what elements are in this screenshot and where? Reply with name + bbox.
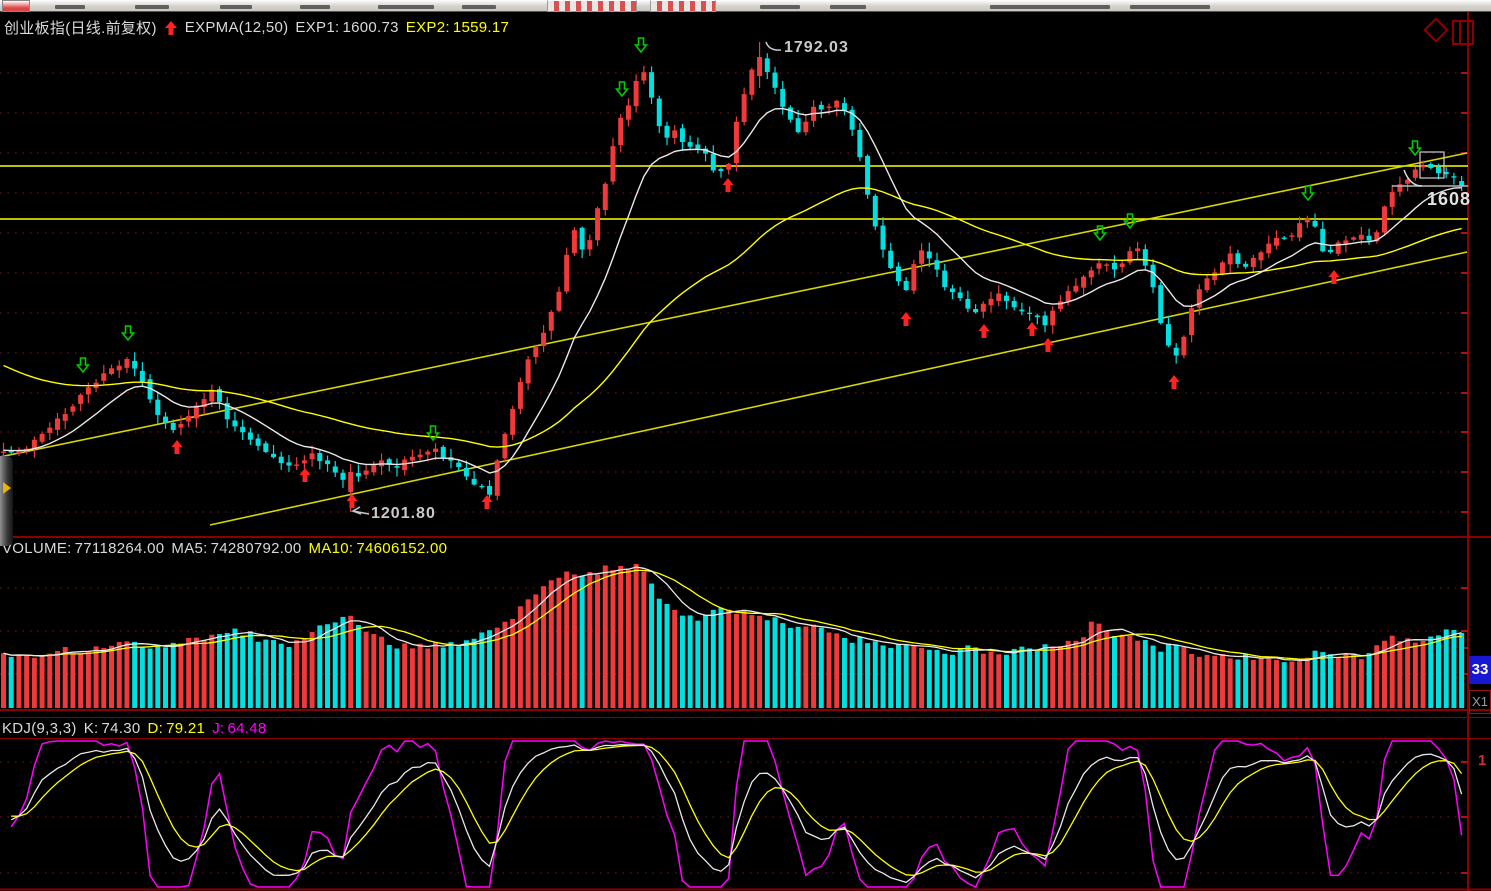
up-arrow-icon xyxy=(164,20,178,36)
candles-layer xyxy=(1,42,1464,512)
j-label: J: xyxy=(212,720,224,737)
exp2-value: 1559.17 xyxy=(453,19,509,36)
main-chart-header: 创业板指(日线.前复权) EXPMA(12,50) EXP1:1600.73 E… xyxy=(4,17,509,38)
j-readout: J:64.48 xyxy=(212,720,266,737)
last-price-label: 1608 xyxy=(1427,189,1471,210)
buy-arrow-icon xyxy=(1043,338,1054,352)
buy-arrow-icon xyxy=(901,312,912,326)
volume-readout: VOLUME:77118264.00 xyxy=(2,540,164,557)
sell-arrow-icon xyxy=(1125,214,1136,228)
window-split-icon[interactable] xyxy=(1452,20,1474,45)
sell-arrow-icon xyxy=(636,38,647,52)
trading-app-window: 创业板指(日线.前复权) EXPMA(12,50) EXP1:1600.73 E… xyxy=(0,0,1491,891)
volume-header: VOLUME:77118264.00 MA5:74280792.00 MA10:… xyxy=(2,540,447,557)
sell-arrow-icon xyxy=(428,426,439,440)
sell-arrow-icon xyxy=(617,82,628,96)
buy-arrow-icon xyxy=(1027,322,1038,336)
indicator-label[interactable]: EXPMA(12,50) xyxy=(185,19,289,36)
panel-expander[interactable] xyxy=(0,456,13,546)
expand-arrow-icon xyxy=(3,482,11,494)
j-value: 64.48 xyxy=(227,720,266,737)
ma5-readout: MA5:74280792.00 xyxy=(171,540,301,557)
high-annotation: 1792.03 xyxy=(784,39,849,57)
trend-lines xyxy=(0,153,1468,525)
buy-arrow-icon xyxy=(300,468,311,482)
right-axis xyxy=(0,12,1491,891)
volume-layer xyxy=(1,564,1464,708)
low-annotation: 1201.80 xyxy=(371,505,436,523)
exp1-value: 1600.73 xyxy=(342,19,398,36)
k-readout: K:74.30 xyxy=(84,720,141,737)
exp1-readout: EXP1:1600.73 xyxy=(295,19,398,36)
kdj-layer xyxy=(11,741,1461,887)
sell-arrow-icon xyxy=(123,326,134,340)
volume-label[interactable]: VOLUME: xyxy=(2,540,72,557)
k-value: 74.30 xyxy=(101,720,140,737)
d-readout: D:79.21 xyxy=(148,720,206,737)
volume-unit-badge[interactable]: X1 xyxy=(1469,690,1491,714)
kdj-axis-label: 1 xyxy=(1478,752,1486,769)
kdj-label[interactable]: KDJ(9,3,3) xyxy=(2,720,77,737)
exp1-label: EXP1: xyxy=(295,19,339,36)
ma5-label: MA5: xyxy=(171,540,207,557)
sell-arrow-icon xyxy=(78,358,89,372)
buy-arrow-icon xyxy=(482,495,493,509)
exp2-label: EXP2: xyxy=(406,19,450,36)
buy-arrow-icon xyxy=(172,440,183,454)
ma10-readout: MA10:74606152.00 xyxy=(309,540,448,557)
buy-arrow-icon xyxy=(979,324,990,338)
exp2-readout: EXP2:1559.17 xyxy=(406,19,509,36)
sell-arrow-icon xyxy=(1303,186,1314,200)
chart-canvas[interactable] xyxy=(0,0,1491,891)
volume-scale-badge: 33 xyxy=(1469,656,1491,684)
ma10-value: 74606152.00 xyxy=(356,540,447,557)
d-label: D: xyxy=(148,720,164,737)
ma10-label: MA10: xyxy=(309,540,354,557)
ma5-value: 74280792.00 xyxy=(211,540,302,557)
buy-arrow-icon xyxy=(723,178,734,192)
d-value: 79.21 xyxy=(166,720,205,737)
volume-value: 77118264.00 xyxy=(75,540,165,557)
buy-arrow-icon xyxy=(1169,375,1180,389)
k-label: K: xyxy=(84,720,99,737)
gridlines xyxy=(0,73,1460,873)
kdj-header: KDJ(9,3,3) K:74.30 D:79.21 J:64.48 xyxy=(2,720,267,737)
buy-arrow-icon xyxy=(347,494,358,508)
chart-title[interactable]: 创业板指(日线.前复权) xyxy=(4,17,157,38)
